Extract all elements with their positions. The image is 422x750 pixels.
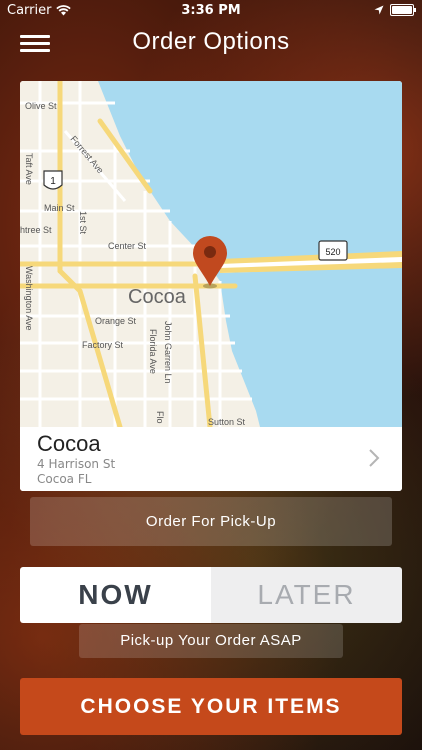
order-type-label[interactable]: Order For Pick-Up [30,497,392,546]
location-name: Cocoa [37,431,101,456]
location-address-line2: Cocoa FL [37,472,92,486]
map-label-orange: Orange St [95,316,137,326]
us1-shield-icon: 1 [43,170,63,190]
us1-shield-label: 1 [50,176,56,187]
page-title: Order Options [132,28,290,55]
status-right [374,4,416,16]
map-label-olive: Olive St [25,101,57,111]
map-label-peachtree: htree St [20,225,52,235]
choose-items-button[interactable]: CHOOSE YOUR ITEMS [20,678,402,735]
battery-icon [390,4,416,16]
map-label-factory: Factory St [82,340,124,350]
map-label-sutton: Sutton St [208,417,246,427]
map-label-main: Main St [44,203,75,213]
map-label-washington: Washington Ave [24,266,34,331]
map-label-taft: Taft Ave [24,153,34,185]
timing-description: Pick-up Your Order ASAP [79,624,343,658]
now-segment-label: NOW [78,579,153,610]
later-segment[interactable]: LATER [211,567,402,623]
map-view[interactable]: Olive St Forrest Ave Taft Ave Main St 1s… [20,81,402,427]
later-segment-label: LATER [257,579,356,610]
map-label-john-garren: John Garren Ln [163,321,173,384]
chevron-right-icon [369,449,380,467]
timing-segmented-control: NOW LATER [20,567,402,623]
map-label-first: 1st St [78,211,88,235]
map-label-center: Center St [108,241,147,251]
status-time: 3:36 PM [181,3,241,18]
location-card: Olive St Forrest Ave Taft Ave Main St 1s… [20,81,402,491]
location-row[interactable]: Cocoa 4 Harrison St Cocoa FL [20,427,402,491]
location-address-line1: 4 Harrison St [37,457,116,471]
map-label-flo: Flo [155,411,165,424]
map-city-label: Cocoa [128,286,187,308]
map-label-florida: Florida Ave [148,329,158,374]
now-segment[interactable]: NOW [20,567,211,623]
sr520-shield-label: 520 [325,247,340,257]
status-bar: Carrier 3:36 PM [0,0,422,22]
navigation-bar: Order Options [0,22,422,66]
location-arrow-icon [374,5,384,15]
sr520-shield-icon: 520 [318,240,348,261]
